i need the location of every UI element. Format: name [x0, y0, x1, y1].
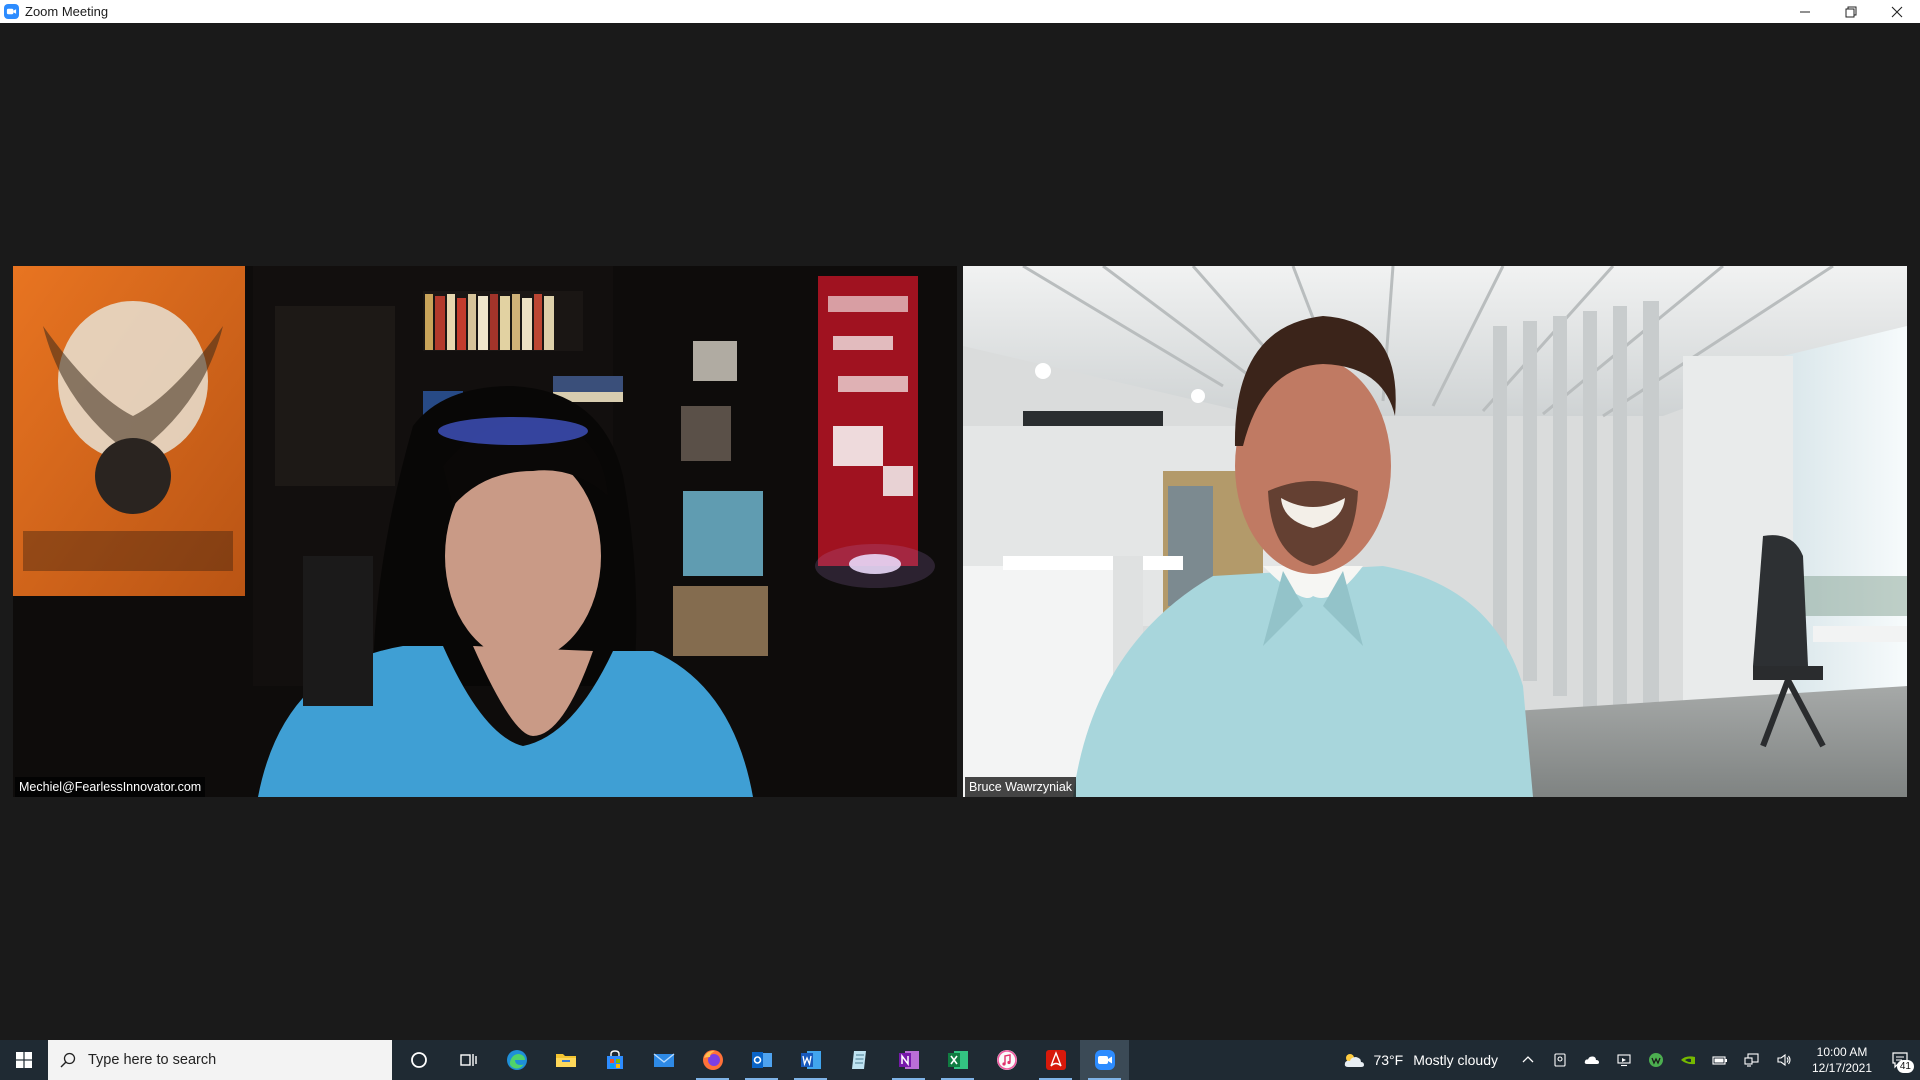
meet-now-icon	[1554, 1053, 1566, 1067]
cortana-icon	[410, 1052, 427, 1068]
zoom-camera-icon	[4, 4, 19, 19]
action-center-button[interactable]: 41	[1880, 1040, 1920, 1080]
store-icon	[606, 1050, 623, 1069]
mail-button[interactable]	[639, 1040, 688, 1080]
window-controls	[1782, 0, 1920, 23]
minimize-button[interactable]	[1782, 0, 1828, 23]
edge-icon	[506, 1050, 527, 1070]
nvidia-button[interactable]	[1672, 1040, 1704, 1080]
file-explorer-button[interactable]	[541, 1040, 590, 1080]
itunes-icon	[996, 1050, 1017, 1070]
window-title: Zoom Meeting	[25, 4, 109, 19]
network-button[interactable]	[1736, 1040, 1768, 1080]
windows-taskbar: Type here to search 73°F Mostly cloudy 1…	[0, 1040, 1920, 1080]
onenote-button[interactable]	[884, 1040, 933, 1080]
onedrive-button[interactable]	[1576, 1040, 1608, 1080]
onenote-icon	[898, 1051, 919, 1069]
window-titlebar: Zoom Meeting	[0, 0, 1920, 23]
start-button[interactable]	[0, 1040, 48, 1080]
chevron-up-icon	[1522, 1056, 1534, 1063]
notepad-icon	[851, 1051, 866, 1069]
notification-count-badge: 41	[1896, 1060, 1914, 1073]
pinned-apps	[394, 1040, 1129, 1080]
cortana-button[interactable]	[394, 1040, 443, 1080]
participant-video-feed	[13, 266, 957, 797]
zoom-icon	[1094, 1050, 1115, 1070]
weather-condition: Mostly cloudy	[1413, 1052, 1498, 1068]
taskbar-clock[interactable]: 10:00 AM 12/17/2021	[1804, 1044, 1880, 1076]
word-icon	[800, 1051, 821, 1069]
meeting-gallery: Mechiel@FearlessInnovator.com Bruce Wawr…	[0, 23, 1920, 1040]
nvidia-icon	[1681, 1056, 1695, 1065]
task-view-button[interactable]	[443, 1040, 492, 1080]
clock-date: 12/17/2021	[1811, 1061, 1873, 1075]
weather-widget[interactable]: 73°F Mostly cloudy	[1343, 1052, 1498, 1068]
volume-button[interactable]	[1768, 1040, 1800, 1080]
firefox-icon	[702, 1050, 723, 1070]
close-icon	[1891, 6, 1903, 17]
windows-logo-icon	[16, 1052, 32, 1068]
edge-button[interactable]	[492, 1040, 541, 1080]
search-placeholder: Type here to search	[88, 1052, 217, 1068]
cloudy-icon	[1345, 1054, 1365, 1067]
onedrive-icon	[1584, 1056, 1599, 1064]
webroot-icon	[1649, 1053, 1663, 1067]
mail-icon	[653, 1053, 674, 1067]
task-view-icon	[459, 1054, 477, 1066]
firefox-button[interactable]	[688, 1040, 737, 1080]
participant-video-tile[interactable]: Mechiel@FearlessInnovator.com	[13, 266, 957, 797]
participant-name-tag: Bruce Wawrzyniak	[965, 777, 1077, 797]
webroot-button[interactable]	[1640, 1040, 1672, 1080]
network-icon	[1744, 1053, 1759, 1067]
file-explorer-icon	[555, 1054, 576, 1067]
minimize-icon	[1800, 11, 1810, 12]
show-hidden-icons-button[interactable]	[1512, 1040, 1544, 1080]
battery-button[interactable]	[1704, 1040, 1736, 1080]
weather-temperature: 73°F	[1373, 1052, 1404, 1068]
notepad-button[interactable]	[835, 1040, 884, 1080]
restore-button[interactable]	[1828, 0, 1874, 23]
store-button[interactable]	[590, 1040, 639, 1080]
itunes-button[interactable]	[982, 1040, 1031, 1080]
outlook-button[interactable]	[737, 1040, 786, 1080]
excel-button[interactable]	[933, 1040, 982, 1080]
excel-icon	[947, 1051, 968, 1069]
participant-name-tag: Mechiel@FearlessInnovator.com	[15, 777, 206, 797]
participant-video-feed	[963, 266, 1907, 797]
battery-icon	[1712, 1056, 1727, 1065]
word-button[interactable]	[786, 1040, 835, 1080]
close-button[interactable]	[1874, 0, 1920, 23]
display-button[interactable]	[1608, 1040, 1640, 1080]
taskbar-search-box[interactable]: Type here to search	[48, 1040, 392, 1080]
display-icon	[1617, 1054, 1631, 1067]
acrobat-button[interactable]	[1031, 1040, 1080, 1080]
acrobat-icon	[1045, 1050, 1066, 1070]
system-tray: 73°F Mostly cloudy 10:00 AM 12/17/2021 4…	[1343, 1040, 1920, 1080]
zoom-button[interactable]	[1080, 1040, 1129, 1080]
outlook-icon	[751, 1052, 772, 1068]
participant-video-tile[interactable]: Bruce Wawrzyniak	[963, 266, 1907, 797]
search-icon	[60, 1052, 76, 1068]
clock-time: 10:00 AM	[1816, 1045, 1868, 1059]
restore-icon	[1845, 6, 1857, 17]
volume-icon	[1777, 1053, 1791, 1067]
meet-now-button[interactable]	[1544, 1040, 1576, 1080]
